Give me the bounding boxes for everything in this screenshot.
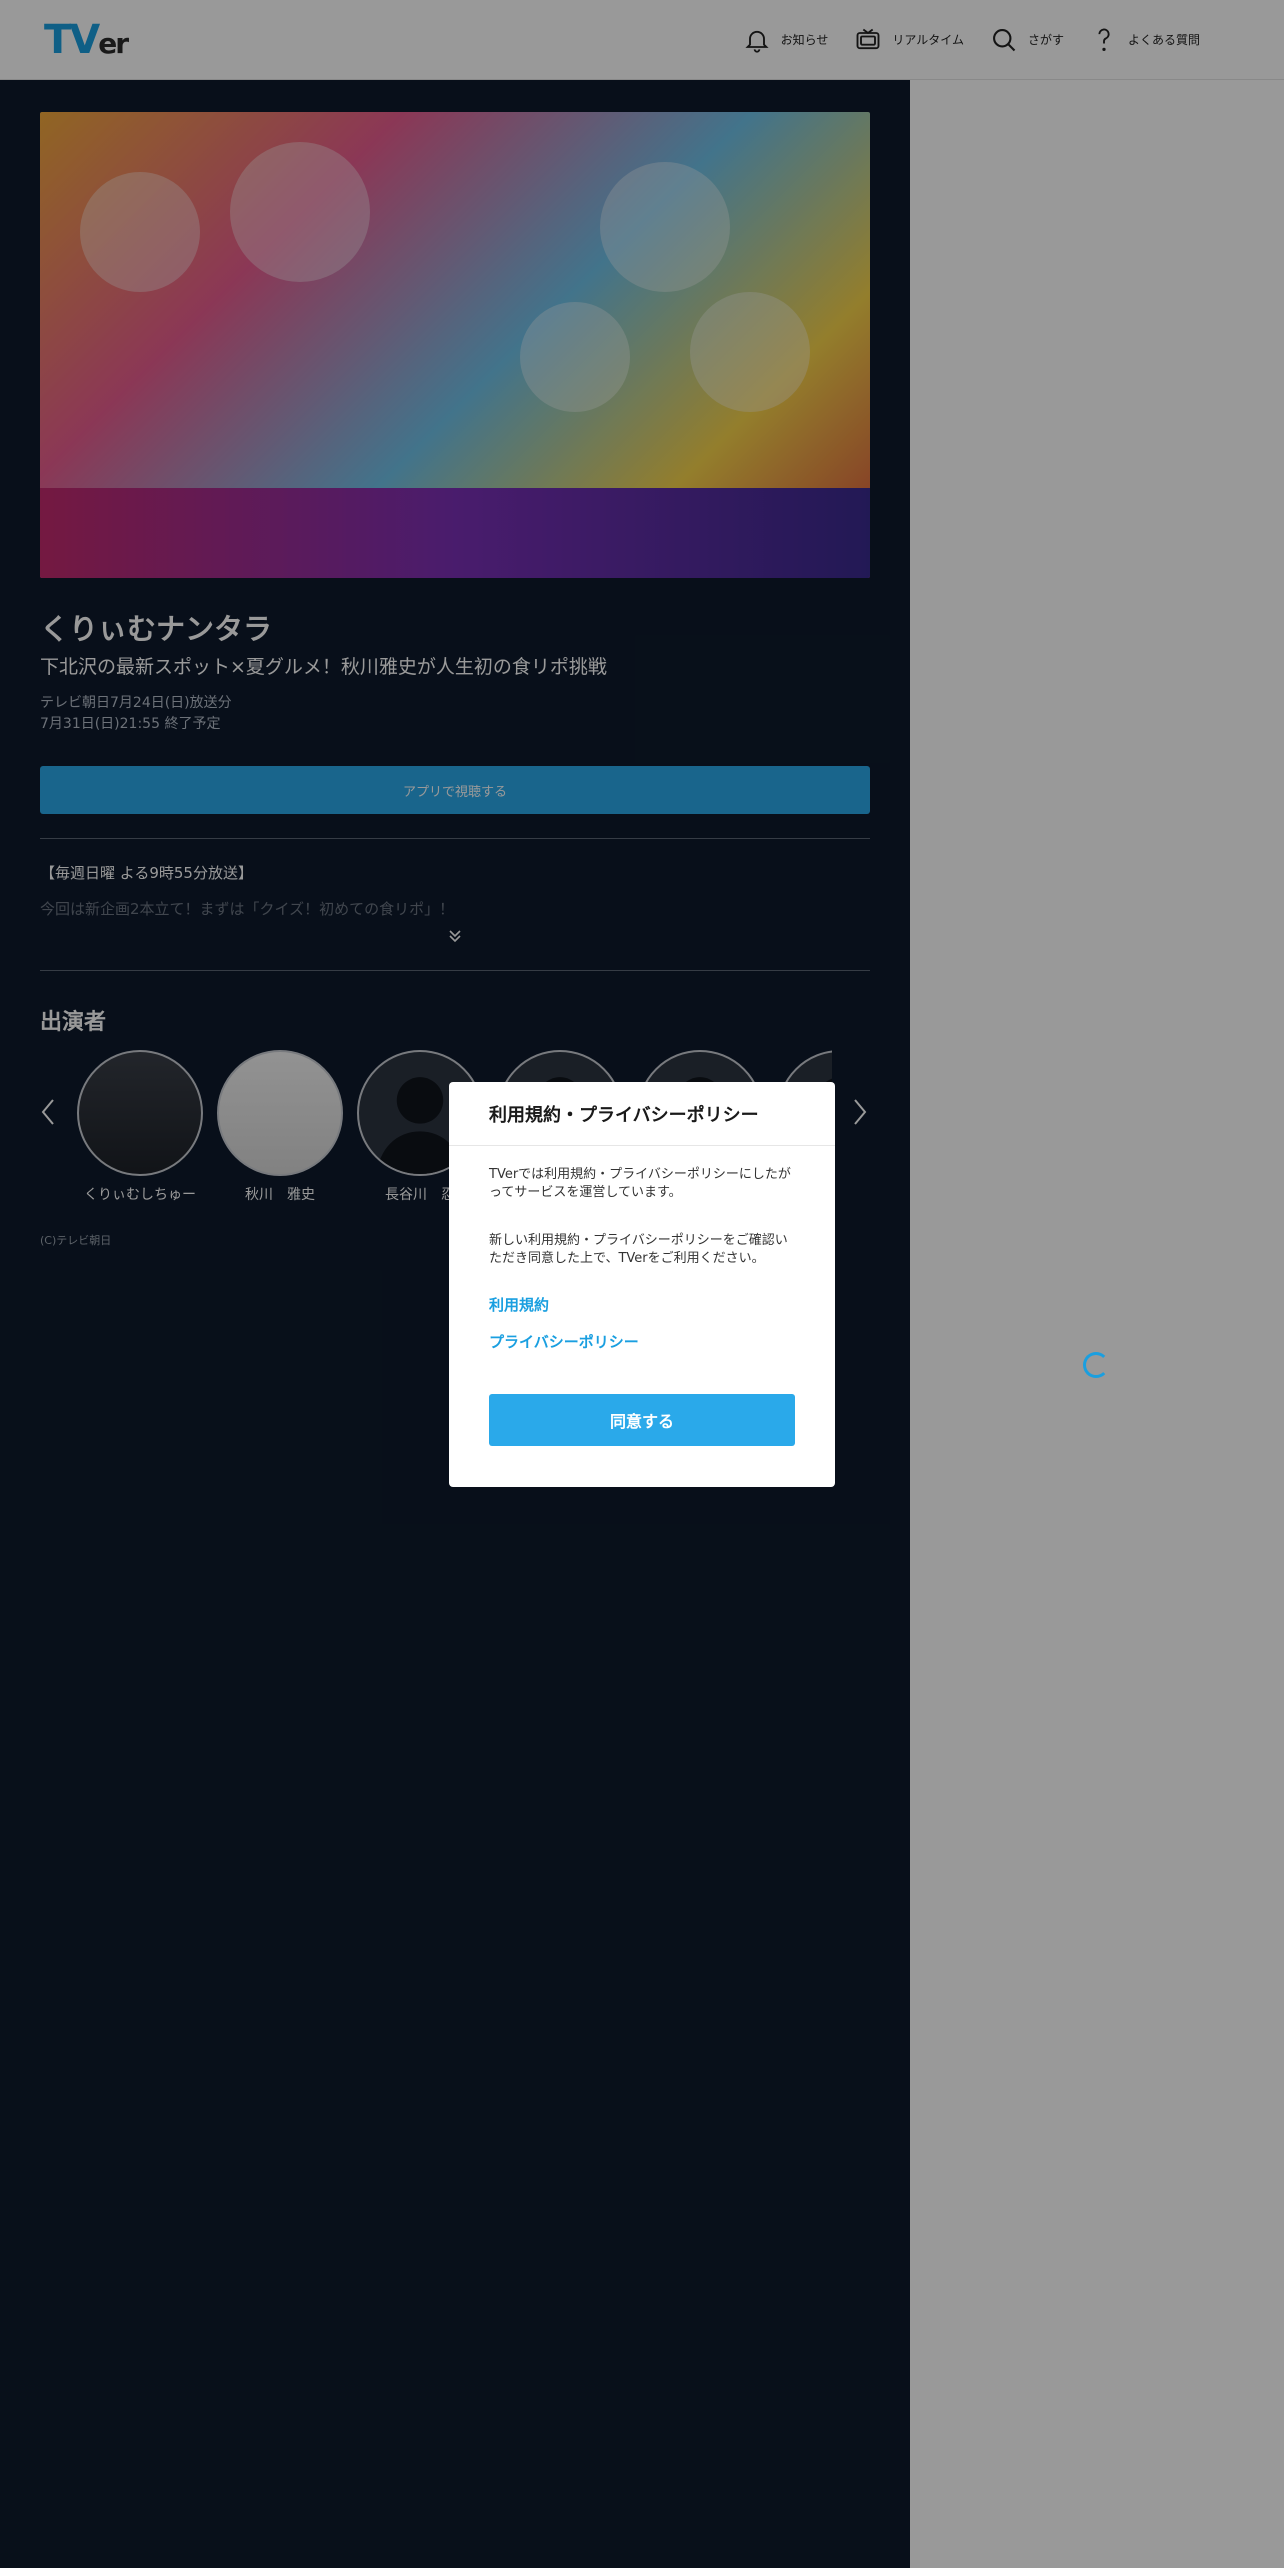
terms-modal: 利用規約・プライバシーポリシー TVerでは利用規約・プライバシーポリシーにした… xyxy=(449,1082,835,1487)
agree-button[interactable]: 同意する xyxy=(489,1394,795,1446)
modal-title: 利用規約・プライバシーポリシー xyxy=(449,1082,835,1146)
modal-text-1: TVerでは利用規約・プライバシーポリシーにしたがってサービスを運営しています。 xyxy=(489,1167,791,1200)
privacy-policy-link[interactable]: プライバシーポリシー xyxy=(489,1331,795,1352)
modal-body: TVerでは利用規約・プライバシーポリシーにしたがってサービスを運営しています。… xyxy=(449,1146,835,1352)
terms-link[interactable]: 利用規約 xyxy=(489,1294,795,1315)
loading-spinner-icon xyxy=(1083,1352,1109,1378)
modal-text-2: 新しい利用規約・プライバシーポリシーをご確認いただき同意した上で、TVerをご利… xyxy=(489,1233,788,1266)
